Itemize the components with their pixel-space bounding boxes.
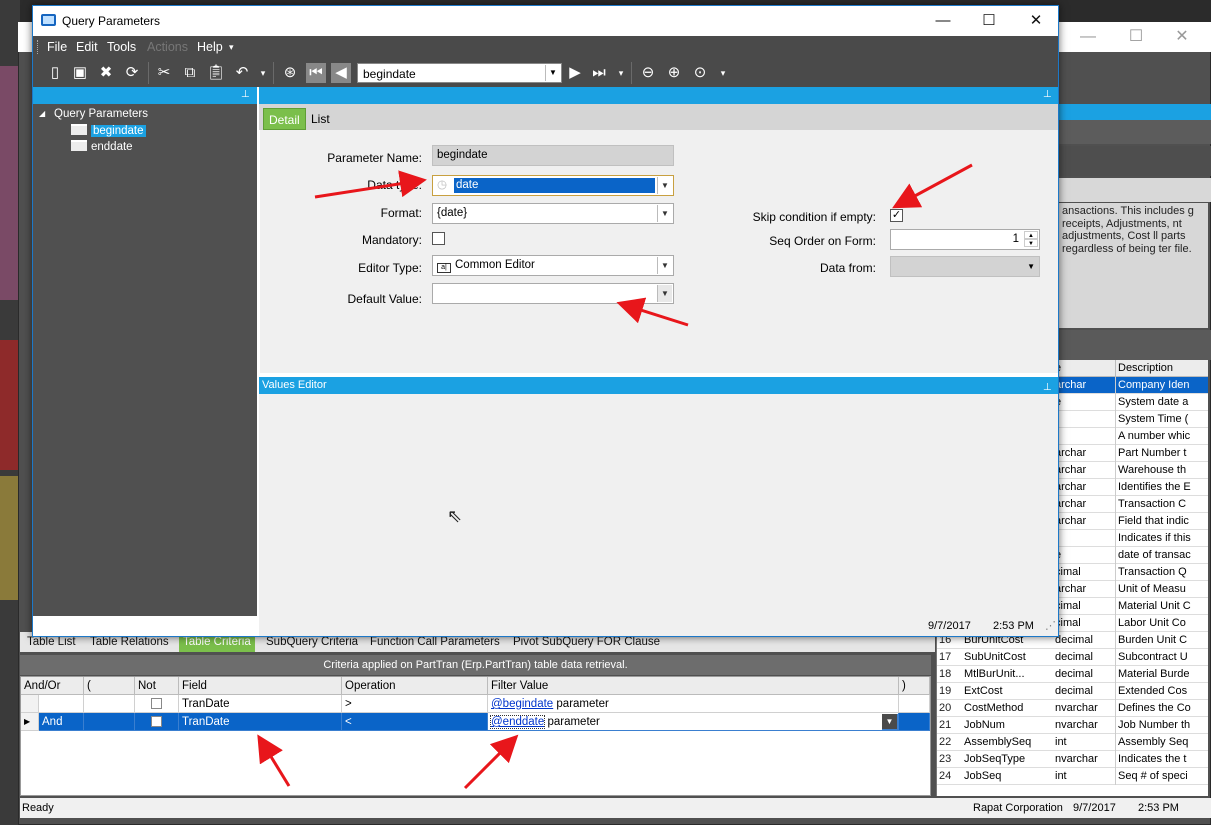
annotation-arrows — [257, 163, 973, 790]
arrow-field — [257, 734, 291, 787]
arrow-data-type — [314, 170, 427, 199]
arrow-skip-condition — [892, 163, 973, 209]
arrow-filter-value — [463, 734, 519, 790]
arrow-default-value — [616, 297, 689, 327]
